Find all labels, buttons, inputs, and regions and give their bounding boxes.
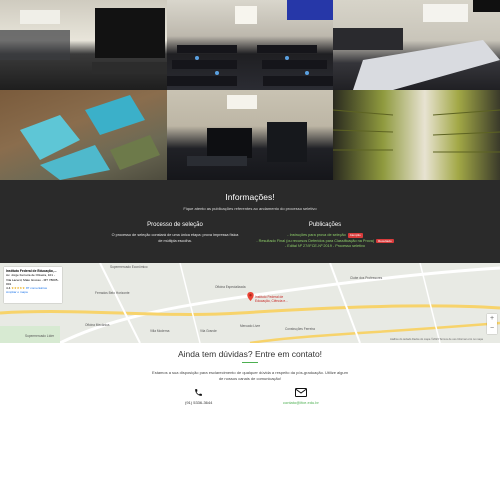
map-label: Mercado Livre: [240, 324, 261, 328]
publications-list: - Instruções para prova de seleção Atençã…: [255, 233, 395, 250]
selection-process-title: Processo de seleção: [147, 222, 203, 228]
map-pin-icon[interactable]: [247, 292, 254, 301]
publication-link[interactable]: - Resultado Final (ou recursos Deferidos…: [256, 239, 374, 243]
map-pin-label[interactable]: Instituto Federal de Educação, Ciência e…: [255, 295, 295, 303]
embedded-map[interactable]: Instituto Federal de Educação,... Av. Jo…: [0, 263, 500, 343]
place-card: Instituto Federal de Educação,... Av. Jo…: [4, 267, 62, 303]
photo-library: [333, 90, 500, 180]
map-footer: Atalhos do teclado Dados do mapa ©2023 T…: [390, 338, 483, 341]
photo-library-art: [333, 109, 500, 153]
selection-process-text: O processo de seleção constará de uma ún…: [111, 233, 239, 243]
photo-gallery: [0, 0, 500, 180]
zoom-controls: + −: [487, 314, 497, 334]
photo-computer-lab-2: [333, 0, 500, 90]
publication-badge: Resultado: [376, 238, 394, 244]
place-address: Av. Jorge Ferreira de Oliveira, 101 - Vi…: [6, 273, 59, 286]
map-label: Vila Grande: [200, 329, 217, 333]
map-label: Ferrados Belo Horizonte: [95, 291, 130, 295]
info-title: Informações!: [225, 192, 275, 202]
photo-classroom-art: [167, 0, 333, 86]
info-subtitle: Fique atento as publicações referentes a…: [183, 206, 317, 211]
photo-server-lab: [167, 90, 333, 180]
map-label: Villa Moderna: [150, 329, 170, 333]
photo-aerial-campus: [0, 90, 167, 180]
publication-link[interactable]: - Instruções para prova de seleção: [287, 233, 345, 237]
photo-aerial-campus-art: [20, 95, 160, 180]
photo-classroom: [167, 0, 333, 90]
envelope-icon: [295, 388, 307, 397]
publication-badge: Atenção: [347, 233, 363, 238]
map-label: Construções Ferreira: [285, 327, 315, 331]
contact-text: Estamos a sua disposição para esclarecim…: [152, 370, 348, 381]
phone-number[interactable]: (91) 5336-3644: [185, 400, 212, 405]
map-label: Supermercado Líder: [25, 334, 55, 338]
photo-computer-lab-1-art: [0, 8, 167, 74]
contact-title: Ainda tem dúvidas? Entre em contato!: [177, 349, 323, 359]
publications-title: Publicações: [308, 222, 342, 228]
publication-item: - Edital Nº 27/IFCE-Nº 2019 - Processo s…: [255, 244, 395, 250]
title-divider: [242, 362, 258, 363]
information-section: Informações! Fique atento as publicações…: [0, 180, 500, 263]
phone-icon: [195, 389, 202, 396]
photo-server-lab-art: [187, 95, 307, 166]
map-label: Supermercado Econômico: [110, 265, 148, 269]
map-label: Oficina Mecânica: [85, 323, 110, 327]
larger-map-link[interactable]: Ampliar o mapa: [6, 290, 60, 294]
map-label: Oficina Especializada: [215, 285, 246, 289]
photo-computer-lab-1: [0, 0, 167, 90]
zoom-in-button[interactable]: +: [487, 314, 497, 324]
photo-computer-lab-2-art: [333, 0, 500, 90]
reviews-link[interactable]: 87 comentários: [26, 286, 47, 290]
email-link[interactable]: contato@ifce.edu.br: [283, 400, 319, 405]
publication-link[interactable]: - Edital Nº 27/IFCE-Nº 2019 - Processo s…: [285, 244, 365, 248]
zoom-out-button[interactable]: −: [487, 324, 497, 334]
map-label: Clube dos Professores: [350, 276, 383, 280]
map-roads: [0, 263, 500, 343]
